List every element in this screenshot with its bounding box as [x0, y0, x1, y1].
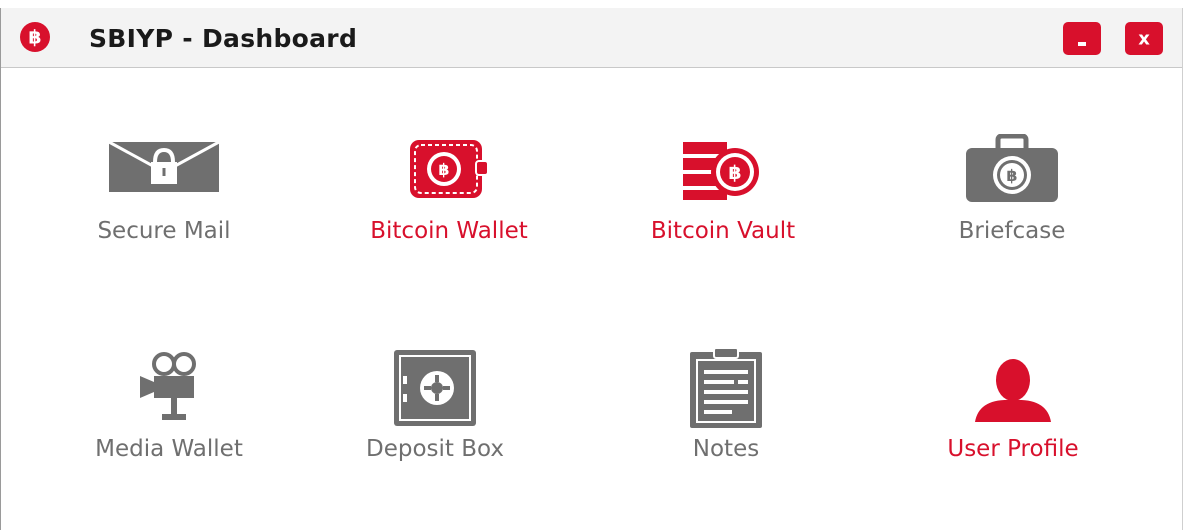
tile-notes[interactable]: Notes: [596, 346, 856, 496]
tile-user-profile[interactable]: User Profile: [883, 358, 1143, 508]
video-camera-icon: [140, 352, 196, 420]
svg-text:x: x: [1138, 29, 1150, 50]
tile-label: Briefcase: [958, 218, 1066, 244]
minimize-button[interactable]: [1063, 22, 1101, 55]
minimize-icon: [1078, 42, 1086, 46]
tile-deposit-box[interactable]: Deposit Box: [305, 346, 565, 496]
close-icon: x: [1138, 29, 1150, 50]
tile-briefcase[interactable]: ฿ Briefcase: [882, 134, 1142, 284]
clipboard-notes-icon: [690, 347, 762, 428]
tile-label: Secure Mail: [97, 218, 231, 244]
tile-label: Bitcoin Vault: [650, 218, 796, 244]
lock-envelope-icon: [109, 140, 219, 192]
window-title: SBIYP - Dashboard: [89, 24, 358, 53]
safe-icon: [394, 350, 476, 426]
tile-label: Notes: [692, 436, 760, 462]
svg-text:฿: ฿: [438, 160, 449, 179]
svg-text:฿: ฿: [28, 27, 41, 49]
bitcoin-wallet-icon: ฿: [410, 140, 489, 198]
tile-bitcoin-wallet[interactable]: ฿ Bitcoin Wallet: [319, 134, 579, 284]
user-icon: [975, 359, 1051, 422]
tile-secure-mail[interactable]: Secure Mail: [34, 134, 294, 284]
tile-label: Deposit Box: [366, 436, 504, 462]
tile-label: User Profile: [947, 436, 1079, 462]
tile-label: Bitcoin Wallet: [370, 218, 528, 244]
dashboard-window: ฿ SBIYP - Dashboard x Secure Mail ฿ Bitc…: [0, 8, 1183, 530]
bitcoin-vault-icon: ฿: [683, 142, 759, 200]
bitcoin-logo-icon: ฿: [20, 22, 50, 52]
tile-bitcoin-vault[interactable]: ฿ Bitcoin Vault: [593, 134, 853, 284]
title-bar: ฿ SBIYP - Dashboard x: [1, 8, 1182, 68]
svg-text:฿: ฿: [1006, 166, 1017, 185]
close-button[interactable]: x: [1125, 22, 1163, 55]
bitcoin-briefcase-icon: ฿: [966, 134, 1058, 202]
tile-media-wallet[interactable]: Media Wallet: [39, 348, 299, 498]
svg-text:฿: ฿: [728, 162, 741, 184]
tile-label: Media Wallet: [95, 436, 243, 462]
